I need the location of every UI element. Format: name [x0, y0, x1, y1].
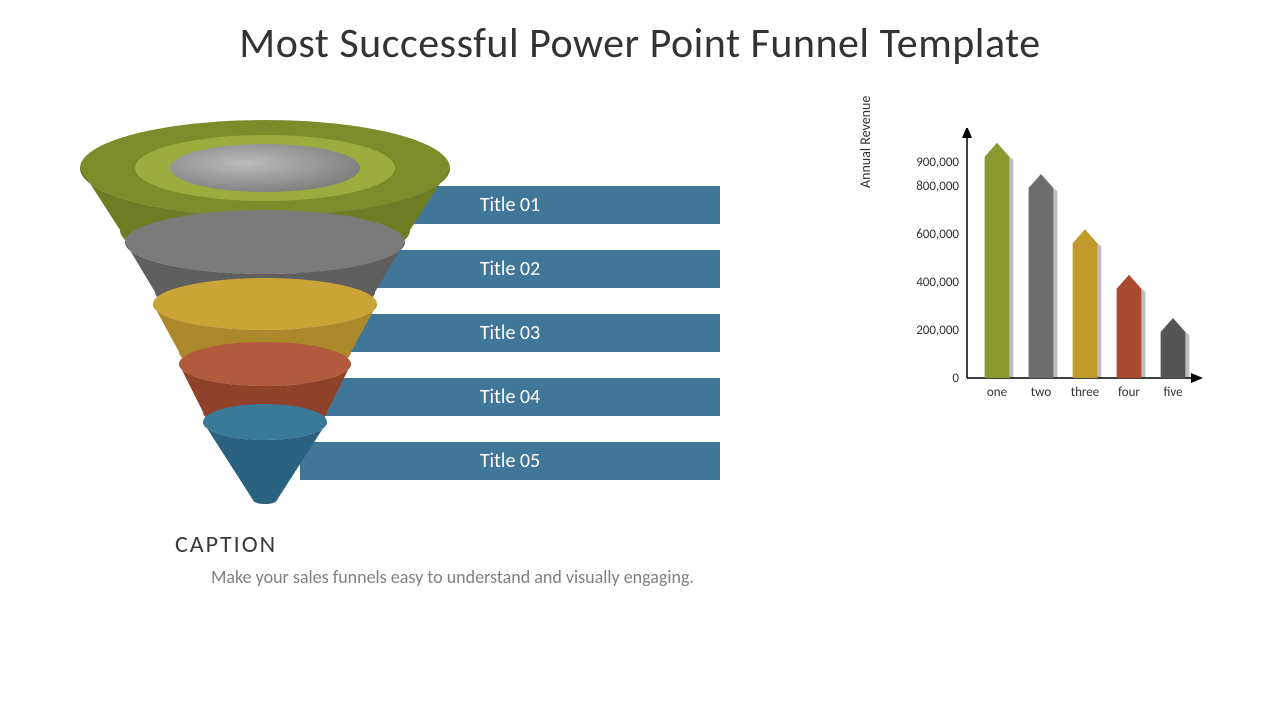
funnel-graphic: [75, 120, 455, 520]
svg-text:400,000: 400,000: [916, 275, 959, 290]
svg-text:0: 0: [952, 371, 959, 386]
svg-text:900,000: 900,000: [916, 155, 959, 170]
caption-body: Make your sales funnels easy to understa…: [211, 565, 695, 589]
svg-text:four: four: [1118, 385, 1140, 400]
bar-chart: Annual Revenue 0200,000400,000600,000800…: [875, 128, 1215, 438]
svg-text:200,000: 200,000: [916, 323, 959, 338]
svg-text:three: three: [1071, 385, 1099, 400]
slide: Most Successful Power Point Funnel Templ…: [0, 0, 1280, 720]
svg-text:800,000: 800,000: [916, 179, 959, 194]
caption-heading: CAPTION: [175, 530, 695, 559]
caption-block: CAPTION Make your sales funnels easy to …: [175, 530, 695, 589]
svg-text:five: five: [1163, 385, 1182, 400]
svg-text:600,000: 600,000: [916, 227, 959, 242]
y-axis-label: Annual Revenue: [857, 96, 874, 188]
svg-text:two: two: [1031, 385, 1052, 400]
svg-text:one: one: [987, 385, 1007, 400]
funnel-ring-5: [203, 404, 327, 504]
page-title: Most Successful Power Point Funnel Templ…: [0, 18, 1280, 69]
